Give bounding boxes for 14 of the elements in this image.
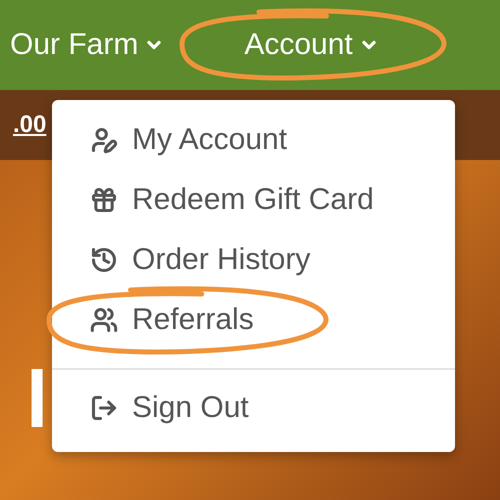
gift-icon bbox=[90, 186, 118, 214]
cart-total-link[interactable]: .00 bbox=[13, 111, 46, 139]
hero-heading: l bbox=[26, 360, 48, 440]
user-pen-icon bbox=[90, 126, 118, 154]
menu-item[interactable]: Sign Out bbox=[52, 378, 455, 438]
menu-item[interactable]: Redeem Gift Card bbox=[52, 170, 455, 230]
menu-item[interactable]: Order History bbox=[52, 230, 455, 290]
sign-out-icon bbox=[90, 394, 118, 422]
nav-link[interactable]: Account bbox=[244, 28, 379, 62]
users-icon bbox=[90, 306, 118, 334]
nav-link[interactable]: Our Farm bbox=[10, 28, 164, 62]
menu-item[interactable]: My Account bbox=[52, 110, 455, 170]
history-icon bbox=[90, 246, 118, 274]
menu-item[interactable]: Referrals bbox=[52, 290, 455, 350]
